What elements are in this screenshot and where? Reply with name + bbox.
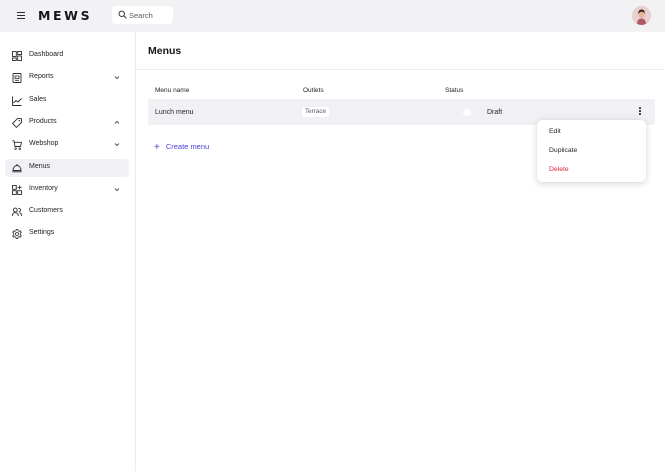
gear-icon bbox=[12, 229, 22, 239]
customers-icon bbox=[12, 207, 22, 217]
sidebar-item-label: Sales bbox=[29, 96, 47, 103]
top-bar: MEWS bbox=[0, 0, 665, 32]
search-input[interactable] bbox=[129, 8, 171, 22]
menu-name-cell[interactable]: Lunch menu bbox=[155, 109, 194, 116]
main-content: Menus Menu name Outlets Status Lunch men… bbox=[137, 32, 665, 471]
menu-item-delete[interactable]: Delete bbox=[537, 162, 646, 179]
sidebar-item-label: Settings bbox=[29, 229, 55, 236]
plus-icon: + bbox=[154, 142, 160, 153]
chevron-down-icon[interactable] bbox=[114, 75, 120, 80]
dashboard-icon bbox=[12, 51, 22, 61]
sidebar-item-sales[interactable]: Sales bbox=[5, 92, 129, 110]
more-options-icon[interactable] bbox=[637, 107, 643, 117]
menu-item-edit[interactable]: Edit bbox=[537, 124, 646, 141]
chevron-up-icon[interactable] bbox=[114, 120, 120, 125]
sidebar-item-label: Products bbox=[29, 118, 57, 125]
sidebar-item-dashboard[interactable]: Dashboard bbox=[5, 47, 129, 65]
sidebar-item-reports[interactable]: Reports bbox=[5, 69, 129, 87]
chevron-down-icon[interactable] bbox=[114, 187, 120, 192]
sidebar-item-settings[interactable]: Settings bbox=[5, 225, 129, 243]
column-header-menu-name[interactable]: Menu name bbox=[155, 87, 189, 94]
sidebar-item-customers[interactable]: Customers bbox=[5, 203, 129, 221]
sales-icon bbox=[12, 96, 22, 106]
sidebar-item-menus[interactable]: Menus bbox=[5, 159, 129, 177]
app-logo[interactable]: MEWS bbox=[38, 8, 92, 23]
search-box[interactable] bbox=[112, 6, 173, 24]
row-context-menu: Edit Duplicate Delete bbox=[537, 120, 646, 182]
sidebar-item-label: Menus bbox=[29, 163, 51, 170]
menu-item-duplicate[interactable]: Duplicate bbox=[537, 143, 646, 160]
status-toggle[interactable] bbox=[463, 109, 471, 116]
hamburger-menu-icon[interactable] bbox=[17, 12, 25, 20]
sidebar-item-label: Dashboard bbox=[29, 51, 64, 58]
menu-item-label: Delete bbox=[549, 166, 569, 173]
menu-item-label: Duplicate bbox=[549, 147, 578, 154]
reports-icon bbox=[12, 73, 22, 83]
tag-icon bbox=[12, 118, 22, 128]
sidebar-item-label: Reports bbox=[29, 73, 54, 80]
page-title: Menus bbox=[148, 45, 182, 57]
sidebar: Dashboard Reports Sales Products Webshop… bbox=[0, 32, 136, 471]
user-avatar[interactable] bbox=[632, 6, 651, 25]
sidebar-item-products[interactable]: Products bbox=[5, 114, 129, 132]
create-menu-label: Create menu bbox=[165, 142, 210, 151]
menu-item-label: Edit bbox=[549, 128, 561, 135]
column-header-outlets[interactable]: Outlets bbox=[303, 87, 324, 94]
inventory-icon bbox=[12, 185, 22, 195]
search-icon bbox=[118, 10, 127, 19]
sidebar-item-inventory[interactable]: Inventory bbox=[5, 181, 129, 199]
outlet-chip: Terrace bbox=[302, 107, 329, 117]
chevron-down-icon[interactable] bbox=[114, 142, 120, 147]
status-text: Draft bbox=[487, 109, 503, 116]
cart-icon bbox=[12, 140, 22, 150]
sidebar-item-label: Webshop bbox=[29, 140, 59, 147]
sidebar-item-label: Inventory bbox=[29, 185, 58, 192]
sidebar-item-webshop[interactable]: Webshop bbox=[5, 136, 129, 154]
cloche-icon bbox=[12, 164, 22, 173]
create-menu-button[interactable]: + Create menu bbox=[154, 141, 210, 153]
avatar-image bbox=[632, 6, 651, 25]
column-header-status[interactable]: Status bbox=[445, 87, 463, 94]
sidebar-item-label: Customers bbox=[29, 207, 63, 214]
header-divider bbox=[137, 69, 665, 70]
